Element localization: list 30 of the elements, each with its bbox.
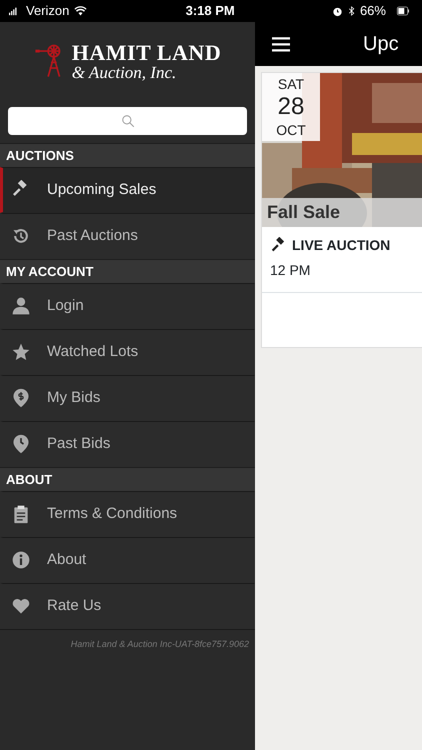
menu-icon [271,35,291,53]
sidebar-item[interactable]: Upcoming Sales [0,167,255,213]
alarm-icon [332,6,343,16]
heart-icon [11,596,31,616]
date-month: OCT [276,123,306,137]
auction-type: LIVE AUCTION [292,236,390,255]
page-title: Upc [363,32,399,57]
info-icon [11,550,31,570]
wifi-icon [73,5,88,17]
section-header: MY ACCOUNT [0,259,255,283]
section-header: ABOUT [0,467,255,491]
dollar-pin-icon [11,388,31,408]
logo-title: HAMIT LAND [72,42,222,64]
sale-time: 12 PM [270,261,312,280]
history-icon [11,226,31,246]
battery-percent: 66% [360,2,386,20]
date-day: 28 [278,95,304,119]
date-weekday: SAT [278,77,304,91]
clock-pin-icon [11,434,31,454]
section-header: AUCTIONS [0,143,255,167]
search-icon [120,114,134,128]
logo-subtitle: & Auction, Inc. [72,64,178,80]
search-field[interactable] [8,107,247,135]
bluetooth-icon [346,5,356,17]
sale-title: Fall Sale [262,198,422,227]
menu-button[interactable] [271,35,291,53]
star-icon [11,342,31,362]
carrier-name: Verizon [26,2,70,20]
status-time: 3:18 PM [186,2,235,20]
user-icon [11,296,31,316]
